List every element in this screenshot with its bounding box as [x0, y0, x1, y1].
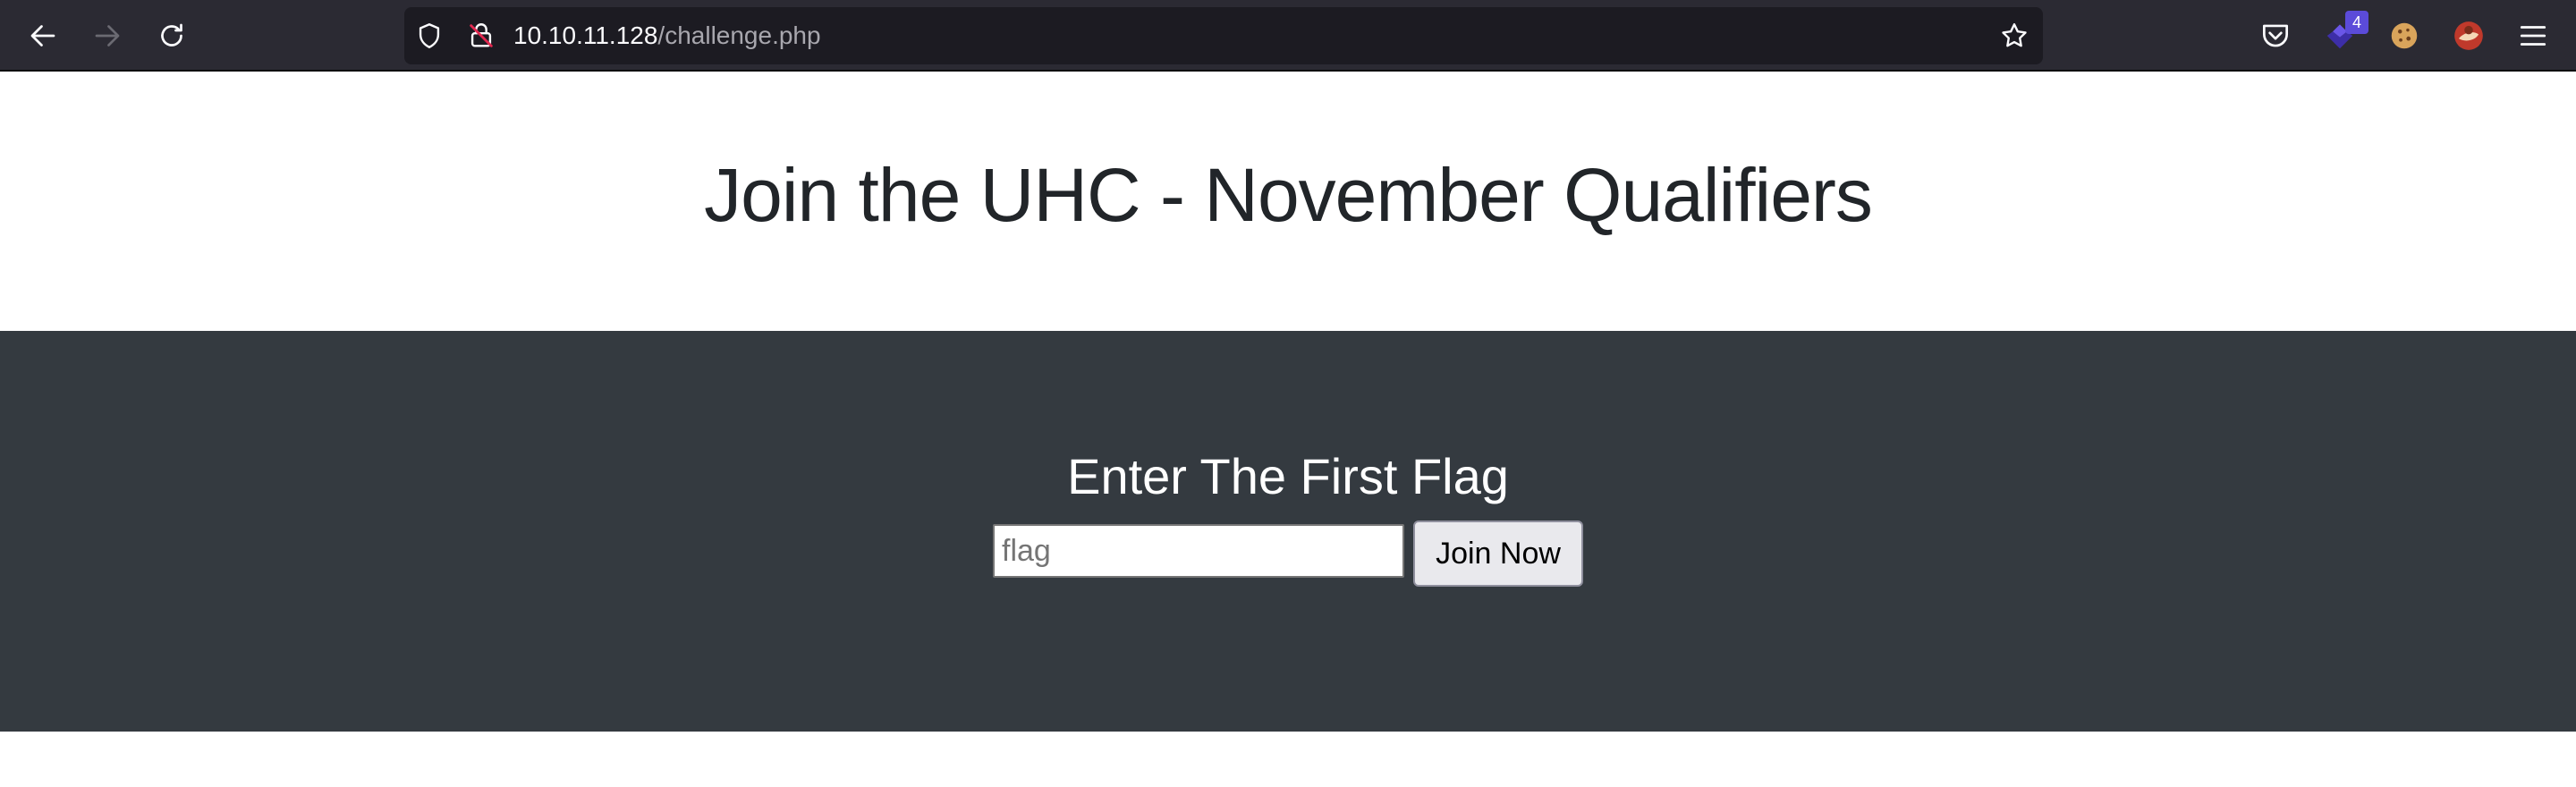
pocket-button[interactable]: [2254, 14, 2297, 57]
star-icon[interactable]: [1998, 20, 2030, 52]
section-title: Enter The First Flag: [1067, 448, 1509, 504]
flag-input[interactable]: [993, 524, 1404, 578]
page-footer-area: [0, 732, 2576, 787]
flag-form-section: Enter The First Flag Join Now: [0, 331, 2576, 732]
hero-header: Join the UHC - November Qualifiers: [0, 73, 2576, 331]
forward-button[interactable]: [84, 13, 131, 59]
url-path: /challenge.php: [657, 21, 821, 49]
join-now-button[interactable]: Join Now: [1413, 520, 1583, 587]
pocket-icon: [2262, 24, 2289, 47]
avatar-icon: [2454, 21, 2483, 50]
shield-icon[interactable]: [413, 20, 445, 52]
extension-badge: 4: [2345, 11, 2368, 34]
extension-button[interactable]: 4: [2318, 11, 2368, 57]
browser-toolbar: 10.10.11.128/challenge.php 4: [0, 0, 2576, 72]
insecure-lock-icon[interactable]: [465, 20, 497, 52]
cookie-extension-button[interactable]: [2383, 14, 2426, 57]
arrow-left-icon: [30, 25, 55, 47]
url-text[interactable]: 10.10.11.128/challenge.php: [513, 7, 821, 64]
reload-button[interactable]: [148, 13, 195, 59]
hamburger-menu-icon: [2520, 26, 2546, 46]
app-menu-button[interactable]: [2512, 14, 2555, 57]
back-button[interactable]: [20, 13, 66, 59]
profile-button[interactable]: [2447, 14, 2490, 57]
reload-icon: [161, 23, 182, 47]
arrow-right-icon: [95, 25, 120, 47]
url-host: 10.10.11.128: [513, 21, 658, 49]
cookie-icon: [2391, 22, 2418, 49]
page-title: Join the UHC - November Qualifiers: [704, 152, 1873, 237]
url-bar[interactable]: 10.10.11.128/challenge.php: [404, 7, 2043, 64]
